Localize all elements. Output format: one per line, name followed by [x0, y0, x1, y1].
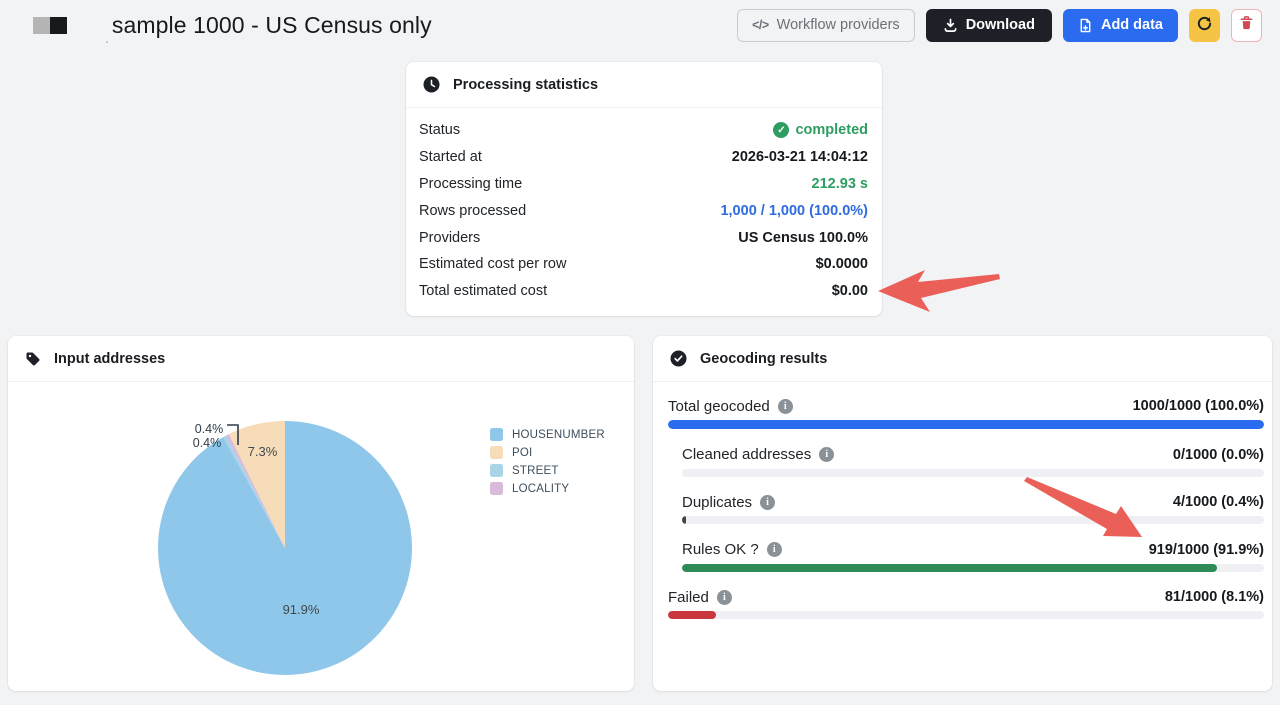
stat-row-status: Status ✓ completed [419, 122, 868, 139]
add-data-button[interactable]: Add data [1062, 8, 1178, 42]
legend-swatch-locality [490, 482, 503, 495]
logo-square-gray [33, 16, 50, 34]
legend-swatch-poi [490, 446, 503, 459]
info-icon[interactable]: i [716, 589, 732, 605]
stat-row-rows-processed: Rows processed 1,000 / 1,000 (100.0%) [419, 202, 868, 219]
info-icon[interactable]: i [777, 398, 793, 414]
app-logo [33, 16, 67, 34]
topbar: . sample 1000 - US Census only </> Workf… [0, 0, 1280, 50]
download-label: Download [965, 17, 1035, 33]
legend-swatch-housenumber [490, 428, 503, 441]
processing-statistics-title: Processing statistics [453, 76, 599, 93]
progress-track [668, 611, 1264, 619]
progress-fill-duplicates [682, 516, 686, 524]
result-row-total-geocoded: Total geocoded i 1000/1000 (100.0%) [668, 395, 1264, 429]
legend-swatch-street [490, 464, 503, 477]
status-badge: ✓ completed [773, 122, 868, 139]
code-icon: </> [752, 18, 769, 32]
refresh-button[interactable] [1189, 8, 1220, 42]
tag-icon [25, 351, 41, 367]
download-icon [943, 18, 958, 33]
geocoding-results-title: Geocoding results [700, 350, 828, 367]
info-icon[interactable]: i [819, 447, 835, 462]
input-addresses-chart: 91.9% 7.3% 0.4% 0.4% HOUSENUMBER POI STRE… [8, 382, 634, 691]
workflow-providers-label: Workflow providers [776, 17, 900, 33]
info-icon[interactable]: i [766, 542, 782, 557]
pie-label-housenumber: 91.9% [283, 602, 320, 617]
input-addresses-header: Input addresses [8, 336, 634, 382]
processing-statistics-card: Processing statistics Status ✓ completed… [406, 62, 882, 316]
legend-item-street[interactable]: STREET [490, 464, 605, 477]
refresh-icon [1196, 15, 1213, 36]
stat-row-total-cost: Total estimated cost $0.00 [419, 283, 868, 300]
stat-row-processing-time: Processing time 212.93 s [419, 175, 868, 192]
download-button[interactable]: Download [925, 8, 1052, 42]
input-addresses-card: Input addresses 91.9% 7.3% 0.4% 0.4% HOUS… [8, 336, 634, 691]
delete-button[interactable] [1231, 8, 1262, 42]
add-data-label: Add data [1100, 17, 1163, 33]
geocoding-results-body: Total geocoded i 1000/1000 (100.0%) Clea… [653, 382, 1272, 619]
file-plus-icon [1078, 18, 1093, 33]
page-title: sample 1000 - US Census only [111, 11, 432, 38]
check-circle-icon [670, 350, 687, 367]
workflow-providers-button[interactable]: </> Workflow providers [737, 8, 915, 42]
result-row-duplicates: Duplicates i 4/1000 (0.4%) [682, 491, 1264, 524]
progress-track [682, 563, 1264, 572]
legend-item-locality[interactable]: LOCALITY [490, 482, 605, 495]
clock-icon [423, 76, 440, 93]
stat-row-cost-per-row: Estimated cost per row $0.0000 [419, 256, 868, 273]
pie-label-poi: 7.3% [248, 444, 278, 459]
geocoding-results-card: Geocoding results Total geocoded i 1000/… [653, 336, 1272, 691]
progress-fill-failed [668, 611, 717, 619]
progress-track [668, 420, 1264, 429]
progress-track [682, 516, 1264, 524]
progress-fill-rules-ok [682, 563, 1217, 572]
pie-label-street: 0.4% [195, 422, 224, 436]
trash-icon [1239, 15, 1254, 35]
processing-statistics-header: Processing statistics [406, 62, 882, 108]
progress-fill-total-geocoded [668, 420, 1264, 429]
result-row-failed: Failed i 81/1000 (8.1%) [668, 586, 1264, 619]
processing-statistics-body: Status ✓ completed Started at 2026-03-21… [406, 108, 882, 305]
result-row-rules-ok: Rules OK ? i 919/1000 (91.9%) [682, 539, 1264, 572]
geocoding-dashboard: . sample 1000 - US Census only </> Workf… [0, 0, 1280, 705]
progress-track [682, 468, 1264, 477]
completed-check-icon: ✓ [773, 122, 790, 139]
result-row-cleaned-addresses: Cleaned addresses i 0/1000 (0.0%) [682, 444, 1264, 477]
legend-item-poi[interactable]: POI [490, 446, 605, 459]
red-arrow-total-cost [878, 270, 1000, 312]
legend-item-housenumber[interactable]: HOUSENUMBER [490, 428, 605, 441]
pie-slice-housenumber[interactable] [158, 421, 413, 675]
stat-row-started-at: Started at 2026-03-21 14:04:12 [419, 149, 868, 166]
geocoding-results-header: Geocoding results [653, 336, 1272, 382]
title-prefix-dot: . [105, 30, 109, 46]
pie-legend: HOUSENUMBER POI STREET LOCALITY [490, 428, 605, 495]
logo-square-black [50, 16, 67, 34]
info-icon[interactable]: i [760, 494, 776, 510]
pie-label-locality: 0.4% [193, 436, 222, 450]
header-actions: </> Workflow providers Download Add data [737, 8, 1262, 42]
input-addresses-title: Input addresses [54, 350, 166, 367]
stat-row-providers: Providers US Census 100.0% [419, 229, 868, 246]
